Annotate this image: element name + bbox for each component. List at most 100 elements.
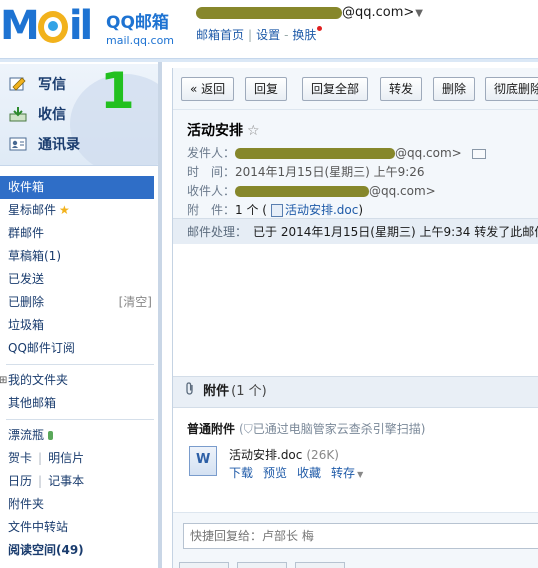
sender-suffix[interactable]: @qq.com> (395, 146, 462, 160)
chevron-down-icon[interactable]: ▼ (357, 470, 363, 479)
folder-deleted[interactable]: 已删除 [清空] (0, 291, 160, 314)
partial-button[interactable] (295, 562, 345, 568)
receive-button[interactable]: 收信 (8, 102, 66, 126)
reply-button[interactable]: 回复 (245, 77, 288, 101)
app-greeting-card[interactable]: 贺卡 (8, 451, 32, 465)
folder-drafts[interactable]: 草稿箱(1) (0, 245, 160, 268)
receive-label: 收信 (38, 107, 66, 123)
app-label: 漂流瓶 (8, 428, 45, 442)
reply-all-button[interactable]: 回复全部 (302, 77, 369, 101)
folder-spam[interactable]: 垃圾箱 (0, 314, 160, 337)
partial-button[interactable] (179, 562, 229, 568)
account-selector[interactable]: @qq.com>▼ (196, 5, 423, 20)
processing-label: 邮件处理： (187, 225, 248, 239)
annotation-digit: 1 (100, 64, 135, 120)
folder-label: QQ邮件订阅 (8, 341, 75, 355)
contacts-button[interactable]: 通讯录 (8, 132, 80, 156)
expand-plus-icon[interactable]: ⊞ (0, 369, 7, 392)
link-mail-home[interactable]: 邮箱首页 (196, 28, 244, 42)
contacts-label: 通讯录 (38, 137, 80, 153)
word-doc-icon[interactable] (189, 446, 217, 476)
download-link[interactable]: 下载 (229, 466, 253, 480)
attachment-close: ) (358, 203, 364, 217)
sidebar: 1 写信 收信 通讯录 收件箱 星标邮件 ★ 群邮件 草稿箱(1) 已发送 已删除… (0, 62, 160, 568)
folder-group-mail[interactable]: 群邮件 (0, 222, 160, 245)
folder-label: 收件箱 (8, 180, 45, 194)
inbox-download-icon (8, 105, 28, 123)
sender-label: 发件人： (187, 146, 236, 160)
folder-label: 已删除 (8, 295, 45, 309)
star-icon: ★ (59, 203, 70, 217)
compose-button[interactable]: 写信 (8, 72, 66, 96)
attachment-section-count: (1 个) (231, 384, 267, 399)
folder-inbox[interactable]: 收件箱 (0, 176, 154, 199)
folder-label: 我的文件夹 (8, 373, 69, 387)
folder-sent[interactable]: 已发送 (0, 268, 160, 291)
partial-button[interactable] (237, 562, 287, 568)
time-row: 时 间：2014年1月15日(星期三) 上午9:26 (187, 163, 425, 180)
time-value: 2014年1月15日(星期三) 上午9:26 (235, 165, 425, 179)
app-postcard[interactable]: 明信片 (48, 451, 84, 465)
compose-label: 写信 (38, 77, 66, 93)
attachment-link[interactable]: 活动安排.doc (285, 203, 358, 217)
sidebar-divider (6, 419, 154, 420)
star-outline-icon[interactable]: ☆ (247, 123, 260, 139)
delete-button[interactable]: 删除 (433, 77, 476, 101)
contacts-icon (8, 135, 28, 153)
sender-row: 发件人： @qq.com> (187, 144, 486, 161)
app-reading-space[interactable]: 阅读空间(49) (0, 539, 160, 562)
sidebar-scrollbar[interactable] (158, 62, 162, 568)
app-calendar[interactable]: 日历 (8, 474, 32, 488)
quick-reply-input[interactable] (183, 523, 538, 549)
folder-list: 收件箱 星标邮件 ★ 群邮件 草稿箱(1) 已发送 已删除 [清空] 垃圾箱 QQ邮… (0, 176, 160, 562)
logo-o-icon (37, 11, 68, 43)
mail-header: 活动安排 ☆ 发件人： @qq.com> 时 间：2014年1月15日(星期三) 上… (173, 110, 538, 218)
chevron-down-icon[interactable]: ▼ (415, 8, 423, 19)
account-suffix: @qq.com> (342, 5, 415, 20)
redacted-account (196, 6, 342, 19)
save-to-link[interactable]: 转存 (331, 466, 355, 480)
link-separator: | (38, 451, 43, 465)
scan-note: 已通过电脑管家云查杀引擎扫描) (252, 422, 426, 436)
attachment-actions: 下载 预览 收藏 转存 ▼ (229, 464, 363, 481)
app-drift-bottle[interactable]: 漂流瓶 (0, 424, 160, 447)
app-notebook[interactable]: 记事本 (48, 474, 84, 488)
redacted-sender (235, 148, 395, 159)
qq-mail-logo[interactable]: Mil (0, 3, 93, 49)
recipient-suffix[interactable]: @qq.com> (369, 184, 436, 198)
doc-file-icon (270, 204, 283, 217)
recipient-label: 收件人： (187, 184, 236, 198)
time-label: 时 间： (187, 165, 236, 179)
app-file-transfer[interactable]: 文件中转站 (0, 516, 160, 539)
folder-my-folders[interactable]: ⊞ 我的文件夹 (0, 369, 160, 392)
attachment-label: 附 件： (187, 203, 236, 217)
back-button[interactable]: « 返回 (181, 77, 235, 101)
contact-card-icon[interactable] (471, 148, 486, 159)
folder-label: 草稿箱(1) (8, 249, 61, 263)
app-calendar-row: 日历 | 记事本 (0, 470, 160, 493)
folder-subscriptions[interactable]: QQ邮件订阅 (0, 337, 160, 360)
logo-letter-m: M (0, 3, 40, 49)
quick-reply-area (173, 512, 538, 568)
folder-other-mailbox[interactable]: 其他邮箱 (0, 392, 160, 415)
forward-button[interactable]: 转发 (380, 77, 423, 101)
new-dot-icon (317, 26, 323, 31)
paperclip-icon (185, 382, 199, 399)
folder-starred[interactable]: 星标邮件 ★ (0, 199, 160, 222)
folder-label: 星标邮件 (8, 203, 57, 217)
preview-link[interactable]: 预览 (263, 466, 287, 480)
sidebar-divider (6, 364, 154, 365)
favorite-link[interactable]: 收藏 (297, 466, 321, 480)
app-attachments[interactable]: 附件夹 (0, 493, 160, 516)
logo-letters-il: il (68, 3, 93, 49)
folder-label: 其他邮箱 (8, 396, 57, 410)
link-change-skin[interactable]: 换肤 (292, 28, 316, 42)
link-separator: | (38, 474, 43, 488)
attachment-row: 附 件：1 个 (活动安排.doc) (187, 201, 363, 218)
file-name-text[interactable]: 活动安排.doc (229, 448, 302, 462)
link-settings[interactable]: 设置 (256, 28, 280, 42)
link-separator: - (284, 28, 289, 42)
brand-name: QQ邮箱 (106, 13, 169, 33)
clear-deleted-link[interactable]: [清空] (119, 291, 152, 314)
permanent-delete-button[interactable]: 彻底删除 (485, 77, 538, 101)
